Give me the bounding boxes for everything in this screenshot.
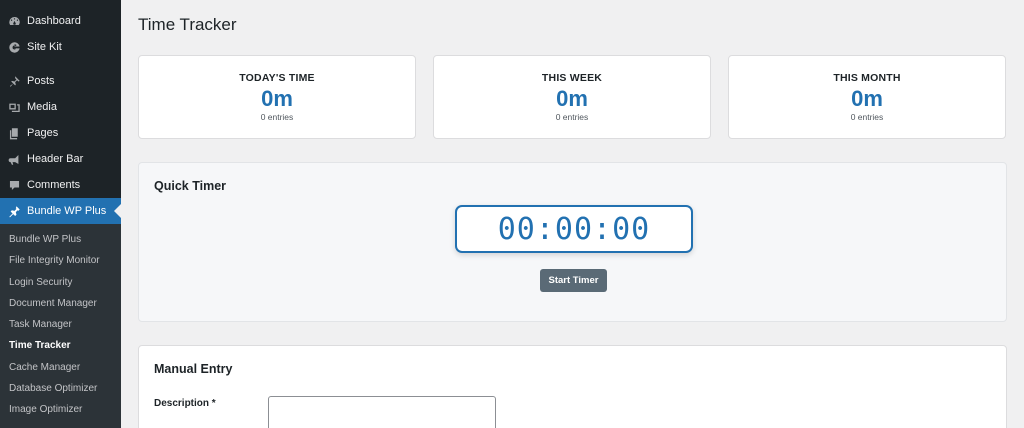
pages-icon	[7, 126, 21, 140]
stat-value: 0m	[556, 86, 588, 111]
manual-entry-title: Manual Entry	[154, 362, 233, 376]
sidebar-item-label: Bundle WP Plus	[27, 205, 107, 217]
submenu-item-task-manager[interactable]: Task Manager	[9, 319, 72, 330]
stat-entries: 0 entries	[260, 112, 294, 122]
submenu-item-database-optimizer[interactable]: Database Optimizer	[9, 383, 97, 394]
manual-entry-panel: Manual Entry Description *	[138, 345, 1007, 428]
sidebar-item-bundle-wp-plus[interactable]: Bundle WP Plus	[0, 198, 121, 224]
pin-icon	[7, 74, 21, 88]
sidebar-item-label: Comments	[27, 179, 81, 191]
sidebar-item-label: Pages	[27, 127, 59, 139]
active-indicator	[114, 204, 121, 218]
sidebar-item-dashboard[interactable]: Dashboard	[0, 8, 121, 34]
timer-display: 00:00:00	[455, 205, 693, 253]
stat-card-month: THIS MONTH 0m 0 entries	[728, 55, 1006, 139]
sidebar-item-header-bar[interactable]: Header Bar	[0, 146, 121, 172]
megaphone-icon	[7, 152, 21, 166]
submenu-item-bundle-wp-plus[interactable]: Bundle WP Plus	[9, 234, 81, 245]
submenu-item-document-manager[interactable]: Document Manager	[9, 298, 97, 309]
stat-value: 0m	[261, 86, 293, 111]
stat-entries: 0 entries	[850, 112, 884, 122]
submenu-item-cache-manager[interactable]: Cache Manager	[9, 362, 80, 373]
quick-timer-panel: Quick Timer 00:00:00 Start Timer	[138, 162, 1007, 322]
stat-value: 0m	[851, 86, 883, 111]
google-g-icon	[7, 40, 21, 54]
comment-icon	[7, 178, 21, 192]
media-icon	[7, 100, 21, 114]
sidebar-item-label: Site Kit	[27, 41, 62, 53]
plugin-icon	[7, 204, 21, 218]
page-title: Time Tracker	[138, 15, 237, 34]
submenu-item-login-security[interactable]: Login Security	[9, 277, 72, 288]
stat-label: TODAY'S TIME	[239, 72, 315, 84]
stat-label: THIS WEEK	[541, 72, 603, 84]
admin-sidebar: Dashboard Site Kit Posts Media Pages Hea…	[0, 0, 121, 428]
sidebar-item-site-kit[interactable]: Site Kit	[0, 34, 121, 60]
sidebar-item-pages[interactable]: Pages	[0, 120, 121, 146]
sidebar-item-posts[interactable]: Posts	[0, 68, 121, 94]
stat-card-week: THIS WEEK 0m 0 entries	[433, 55, 711, 139]
dashboard-icon	[7, 14, 21, 28]
submenu-item-image-optimizer[interactable]: Image Optimizer	[9, 404, 82, 415]
submenu-item-time-tracker[interactable]: Time Tracker	[9, 340, 71, 351]
description-label: Description *	[154, 398, 216, 409]
description-input[interactable]	[268, 396, 496, 428]
sidebar-item-label: Header Bar	[27, 153, 84, 165]
quick-timer-title: Quick Timer	[154, 179, 227, 193]
start-timer-button[interactable]: Start Timer	[540, 269, 607, 292]
sidebar-item-label: Media	[27, 101, 57, 113]
sidebar-item-comments[interactable]: Comments	[0, 172, 121, 198]
submenu-item-file-integrity-monitor[interactable]: File Integrity Monitor	[9, 255, 100, 266]
sidebar-item-label: Posts	[27, 75, 55, 87]
sidebar-submenu: Bundle WP Plus File Integrity Monitor Lo…	[0, 224, 121, 428]
stat-label: THIS MONTH	[833, 72, 901, 84]
stat-card-today: TODAY'S TIME 0m 0 entries	[138, 55, 416, 139]
sidebar-item-label: Dashboard	[27, 15, 81, 27]
stat-entries: 0 entries	[555, 112, 589, 122]
sidebar-item-media[interactable]: Media	[0, 94, 121, 120]
